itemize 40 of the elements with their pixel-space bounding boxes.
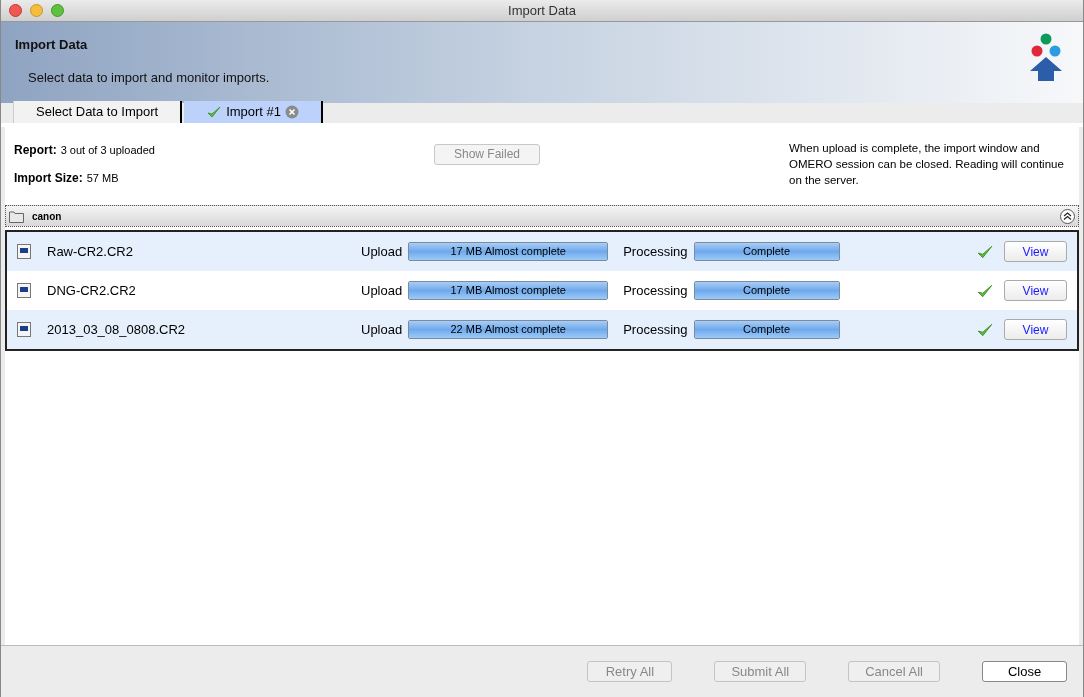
group-name: canon (32, 209, 62, 224)
progress-text: 17 MB Almost complete (449, 244, 567, 259)
image-file-icon (17, 244, 31, 259)
close-tab-icon[interactable] (285, 105, 300, 119)
import-size-label: Import Size: (14, 170, 83, 187)
header-subtitle: Select data to import and monitor imports. (28, 68, 270, 87)
upload-note: When upload is complete, the import window and OMERO session can be closed. Reading will continue on the server. (789, 141, 1065, 188)
progress-text: 17 MB Almost complete (449, 283, 567, 298)
window-title: Import Data (508, 1, 576, 20)
import-size-value: 57 MB (86, 171, 119, 186)
file-name: Raw-CR2.CR2 (47, 242, 134, 261)
file-name: DNG-CR2.CR2 (47, 281, 137, 300)
report-value: 3 out of 3 uploaded (60, 143, 155, 158)
progress-text: 22 MB Almost complete (449, 322, 567, 337)
view-button[interactable]: View (1004, 280, 1067, 301)
processing-label: Processing (623, 281, 688, 300)
processing-label: Processing (623, 242, 688, 261)
report-label: Report: (14, 142, 57, 159)
upload-label: Upload (361, 320, 403, 339)
upload-label: Upload (361, 242, 403, 261)
folder-icon (9, 209, 24, 223)
header-title: Import Data (15, 36, 89, 54)
image-file-icon (17, 283, 31, 298)
close-window-control[interactable] (9, 4, 22, 17)
file-name: 2013_03_08_0808.CR2 (47, 320, 187, 339)
processing-label: Processing (623, 320, 688, 339)
minimize-window-control[interactable] (30, 4, 43, 17)
import-logo-icon (1029, 33, 1063, 81)
progress-text: Complete (741, 244, 792, 259)
view-button[interactable]: View (1004, 241, 1067, 262)
zoom-window-control[interactable] (51, 4, 64, 17)
progress-text: Complete (741, 322, 792, 337)
footer-button[interactable]: Close (982, 661, 1067, 682)
upload-label: Upload (361, 281, 403, 300)
tab[interactable]: Select Data to Import (13, 101, 183, 123)
collapse-icon[interactable] (1060, 208, 1075, 224)
image-file-icon (17, 322, 31, 337)
view-button[interactable]: View (1004, 319, 1067, 340)
progress-text: Complete (741, 283, 792, 298)
tab[interactable]: Import #1 (184, 101, 324, 123)
